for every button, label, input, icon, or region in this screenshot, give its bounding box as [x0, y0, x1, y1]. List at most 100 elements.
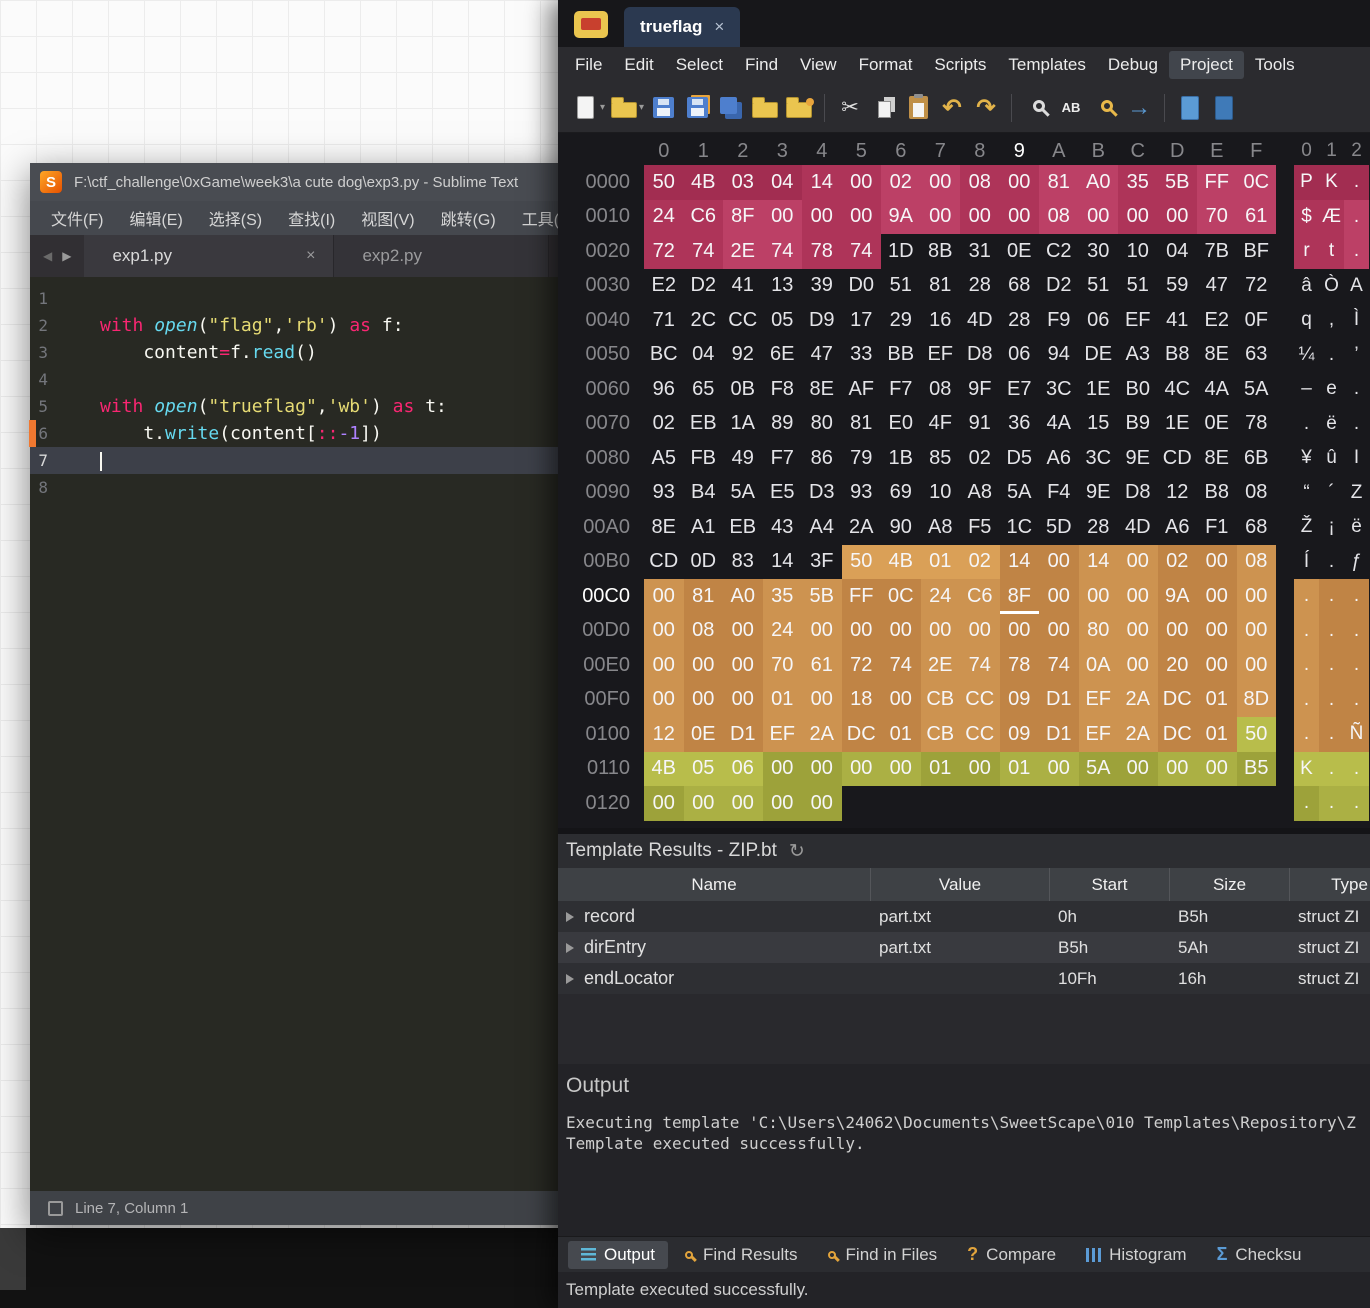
hex-byte[interactable]: 9E [1079, 476, 1119, 511]
hex-byte[interactable]: EF [1079, 717, 1119, 752]
hex-byte[interactable]: 71 [644, 303, 684, 338]
hex-byte[interactable]: 00 [802, 752, 842, 787]
hex-byte[interactable]: D0 [842, 269, 882, 304]
hex-byte[interactable]: 01 [921, 752, 961, 787]
hex-byte[interactable]: 00 [802, 683, 842, 718]
hex-byte[interactable]: BF [1237, 234, 1277, 269]
hex-byte[interactable]: 28 [1079, 510, 1119, 545]
hex-byte[interactable]: 14 [763, 545, 803, 580]
folder-icon[interactable] [748, 91, 782, 125]
sublime-menu-item-6[interactable]: 跳转(G) [428, 206, 509, 230]
editor-tab-exp1-py[interactable]: exp1.py× [84, 235, 334, 277]
hex-byte[interactable]: 5A [1000, 476, 1040, 511]
hex-byte[interactable]: AF [842, 372, 882, 407]
hex-byte[interactable]: D3 [802, 476, 842, 511]
hex-byte[interactable]: E2 [644, 269, 684, 304]
find-icon[interactable] [1020, 91, 1054, 125]
hex-byte[interactable]: 0E [684, 717, 724, 752]
char-cell[interactable]: ’ [1344, 338, 1369, 373]
hex-byte[interactable]: 33 [842, 338, 882, 373]
hex-byte[interactable]: BC [644, 338, 684, 373]
panel-tab-output[interactable]: Output [568, 1241, 668, 1269]
hex-byte[interactable]: 94 [1039, 338, 1079, 373]
hex-byte[interactable]: 51 [881, 269, 921, 304]
hex-byte[interactable]: 29 [881, 303, 921, 338]
template-icon[interactable] [1173, 91, 1207, 125]
hex-byte[interactable]: CC [960, 717, 1000, 752]
hex-byte[interactable]: D8 [960, 338, 1000, 373]
hex-byte[interactable]: 00 [1197, 545, 1237, 580]
hex-byte[interactable]: 50 [644, 165, 684, 200]
hex-byte[interactable]: 00 [1039, 614, 1079, 649]
hex-byte[interactable]: 5B [1158, 165, 1198, 200]
hex-byte[interactable]: C2 [1039, 234, 1079, 269]
hex-byte[interactable]: 72 [842, 648, 882, 683]
hex-byte[interactable]: 03 [723, 165, 763, 200]
hex-byte[interactable]: 00 [960, 614, 1000, 649]
hex-byte[interactable]: 96 [644, 372, 684, 407]
hex-byte[interactable]: CD [1158, 441, 1198, 476]
hex-byte[interactable]: 6B [1237, 441, 1277, 476]
hex-byte[interactable]: 9A [881, 200, 921, 235]
hex-byte[interactable]: 49 [723, 441, 763, 476]
hex-byte[interactable]: 08 [960, 165, 1000, 200]
new-icon[interactable] [568, 91, 602, 125]
hex-byte[interactable]: 12 [644, 717, 684, 752]
hex-byte[interactable]: 93 [644, 476, 684, 511]
hex-byte[interactable]: 10 [921, 476, 961, 511]
hex-byte[interactable]: 00 [1039, 579, 1079, 614]
char-cell[interactable]: . [1344, 786, 1369, 821]
hex-byte[interactable]: 86 [802, 441, 842, 476]
hex-byte[interactable]: A3 [1118, 338, 1158, 373]
hex-byte[interactable]: 8E [1197, 338, 1237, 373]
hex-byte[interactable]: 41 [723, 269, 763, 304]
hex-byte[interactable]: 0B [723, 372, 763, 407]
hex-byte[interactable]: 12 [1158, 476, 1198, 511]
hex-byte[interactable]: 10 [1118, 234, 1158, 269]
hex-byte[interactable]: 00 [684, 683, 724, 718]
hex-byte[interactable]: 4B [684, 165, 724, 200]
hex-byte[interactable]: 02 [960, 441, 1000, 476]
hex-byte[interactable]: F9 [1039, 303, 1079, 338]
hex-byte[interactable]: 00 [644, 579, 684, 614]
hex-byte[interactable]: 39 [802, 269, 842, 304]
char-cell[interactable]: – [1294, 372, 1319, 407]
hex-byte[interactable]: 81 [1039, 165, 1079, 200]
hex-byte[interactable]: 92 [723, 338, 763, 373]
tab-scroll-left-icon[interactable]: ◀ [38, 249, 57, 263]
hex-byte[interactable]: 31 [960, 234, 1000, 269]
char-cell[interactable]: Ò [1319, 269, 1344, 304]
char-cell[interactable]: . [1344, 372, 1369, 407]
tab-close-icon[interactable]: × [306, 247, 315, 265]
hex-byte[interactable]: DC [1158, 717, 1198, 752]
hex-byte[interactable]: 81 [921, 269, 961, 304]
menu-tools[interactable]: Tools [1244, 51, 1306, 79]
save-icon[interactable] [646, 91, 680, 125]
hex-byte[interactable]: 04 [1158, 234, 1198, 269]
hex-byte[interactable]: A1 [684, 510, 724, 545]
char-cell[interactable]: Ì [1344, 303, 1369, 338]
hex-byte[interactable]: 00 [644, 683, 684, 718]
char-cell[interactable]: . [1344, 683, 1369, 718]
hex-byte[interactable]: 00 [723, 786, 763, 821]
hex-byte[interactable]: 28 [1000, 303, 1040, 338]
hex-byte[interactable]: A6 [1158, 510, 1198, 545]
hex-byte[interactable]: 00 [842, 200, 882, 235]
hex-byte[interactable]: EF [1079, 683, 1119, 718]
char-cell[interactable]: t [1319, 234, 1344, 269]
undo-icon[interactable]: ↶ [935, 91, 969, 125]
hex-byte[interactable]: 61 [802, 648, 842, 683]
paste-icon[interactable] [901, 91, 935, 125]
hex-byte[interactable]: 01 [1197, 683, 1237, 718]
hex-byte[interactable]: 8F [1000, 579, 1040, 614]
hex-byte[interactable]: 72 [644, 234, 684, 269]
save-as-icon[interactable] [680, 91, 714, 125]
sublime-menu-item-4[interactable]: 查找(I) [275, 206, 348, 230]
hex-byte[interactable]: 4A [1197, 372, 1237, 407]
hex-byte[interactable]: 00 [1158, 752, 1198, 787]
hex-byte[interactable]: 00 [881, 614, 921, 649]
hex-byte[interactable]: 85 [921, 441, 961, 476]
cut-icon[interactable]: ✂ [833, 91, 867, 125]
hex-byte[interactable]: 35 [763, 579, 803, 614]
hex-byte[interactable]: FF [842, 579, 882, 614]
